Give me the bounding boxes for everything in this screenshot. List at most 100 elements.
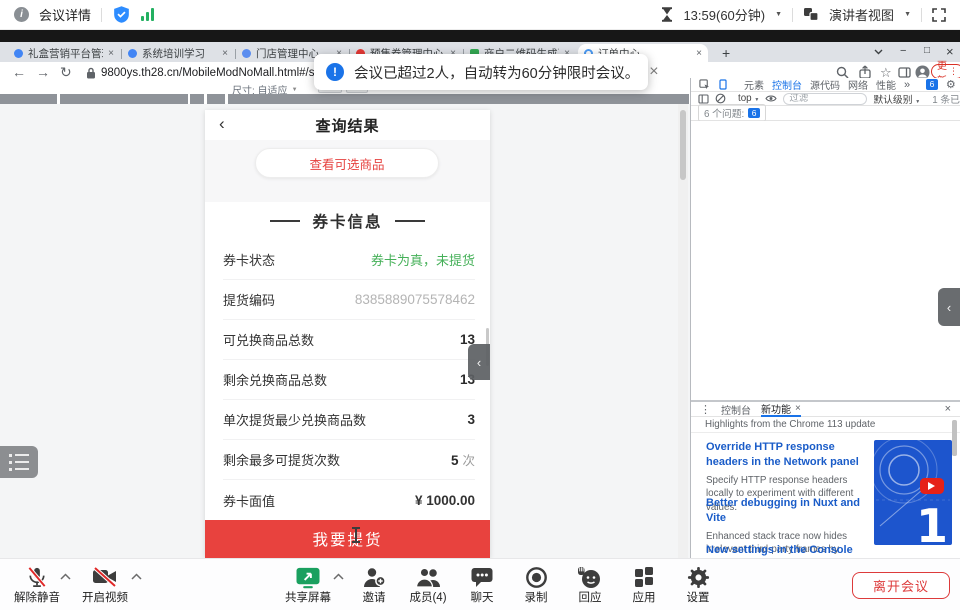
toast-message: 会议已超过2人，自动转为60分钟限时会议。: [354, 62, 639, 83]
participants-button[interactable]: 成员(4): [399, 563, 457, 607]
window-maximize-icon[interactable]: □: [924, 45, 930, 56]
browser-tab[interactable]: 礼盒营销平台管理中心 ×: [8, 45, 120, 62]
fullscreen-icon[interactable]: [932, 8, 946, 22]
annotation-list-toggle[interactable]: [0, 446, 38, 478]
info-row: 券卡面值 ¥ 1000.00: [223, 480, 475, 520]
inspect-element-icon[interactable]: [699, 79, 710, 90]
divider: [101, 8, 102, 22]
start-video-label: 开启视频: [82, 589, 128, 605]
devtools-tab-performance[interactable]: 性能: [876, 77, 896, 92]
console-messages-area[interactable]: [691, 121, 960, 400]
console-filter-input[interactable]: [783, 93, 867, 105]
tab-close-icon[interactable]: ×: [222, 48, 228, 59]
record-label: 录制: [525, 589, 548, 605]
tab-title: 礼盒营销平台管理中心: [28, 46, 103, 61]
page-band-segment: [0, 94, 57, 104]
devtools-tab-network[interactable]: 网络: [848, 77, 868, 92]
video-options-caret[interactable]: [131, 573, 142, 580]
whats-new-link[interactable]: Better debugging in Nuxt and Vite: [706, 496, 868, 526]
audio-options-caret[interactable]: [60, 573, 71, 580]
tab-title: 门店管理中心: [256, 46, 319, 61]
share-screen-button[interactable]: 共享屏幕: [279, 563, 337, 607]
apps-label: 应用: [633, 589, 656, 605]
record-button[interactable]: 录制: [507, 563, 565, 607]
timer-hourglass-icon: [661, 7, 673, 22]
side-collapse-handle[interactable]: ‹: [938, 288, 960, 326]
view-dropdown-icon[interactable]: ▼: [904, 11, 911, 18]
collapse-handle[interactable]: ‹: [468, 344, 490, 380]
view-products-button[interactable]: 查看可选商品: [255, 148, 439, 178]
row-label: 提货编码: [223, 290, 275, 309]
clear-console-icon[interactable]: [715, 93, 726, 104]
tab-close-icon[interactable]: ×: [696, 48, 702, 59]
leave-meeting-button[interactable]: 离开会议: [852, 572, 950, 599]
drawer-tab-console[interactable]: 控制台: [721, 402, 751, 417]
browser-tab[interactable]: 系统培训学习 ×: [122, 45, 234, 62]
devtools-scrollbar-thumb[interactable]: [952, 420, 957, 456]
device-toolbar-icon[interactable]: [718, 79, 728, 90]
browser-back-icon[interactable]: ←: [12, 64, 26, 80]
section-title-text: 券卡信息: [312, 210, 382, 232]
back-chevron-icon[interactable]: ‹: [219, 114, 225, 134]
tab-close-icon[interactable]: ×: [108, 48, 114, 59]
browser-reload-icon[interactable]: ↻: [60, 64, 72, 81]
chat-button[interactable]: 聊天: [453, 563, 511, 607]
reactions-button[interactable]: 回应: [561, 563, 619, 607]
console-sidebar-icon[interactable]: [698, 94, 709, 104]
device-size-caret-icon: ▼: [292, 87, 298, 93]
share-options-caret[interactable]: [333, 573, 344, 580]
issues-chip[interactable]: 6 个问题: 6: [698, 104, 766, 122]
tab-title: 系统培训学习: [142, 46, 205, 61]
side-panel-icon[interactable]: [898, 67, 911, 78]
whats-new-link[interactable]: Override HTTP response headers in the Ne…: [706, 440, 868, 470]
settings-button[interactable]: 设置: [669, 563, 727, 607]
drawer-tab-close-icon[interactable]: ×: [795, 403, 801, 414]
apps-button[interactable]: 应用: [615, 563, 673, 607]
view-layout-icon: [803, 7, 819, 22]
drawer-menu-kebab-icon[interactable]: ⋮: [700, 403, 711, 416]
eye-icon[interactable]: [765, 94, 777, 103]
page-band-segment: [60, 94, 188, 104]
context-selector[interactable]: top ▼: [738, 93, 759, 104]
drawer-close-icon[interactable]: ×: [945, 403, 951, 415]
viewport-scrollbar-thumb[interactable]: [680, 110, 686, 180]
zoom-meeting-window: i 会议详情 13:59(60分钟) ▼ 演讲者视图 ▼ 礼盒营销平台: [0, 0, 960, 610]
leave-meeting-label: 离开会议: [873, 576, 929, 595]
log-level-selector[interactable]: 默认级别 ▼: [873, 92, 920, 106]
timer-dropdown-icon[interactable]: ▼: [775, 11, 782, 18]
text-cursor: [352, 527, 360, 543]
whats-new-header: Highlights from the Chrome 113 update: [691, 417, 960, 433]
issues-count-badge[interactable]: 6: [926, 79, 938, 90]
shared-screen-top-edge: [0, 30, 960, 42]
share-screen-icon: [295, 566, 321, 589]
view-mode-label[interactable]: 演讲者视图: [829, 5, 894, 24]
tab-favicon: [242, 49, 251, 58]
devtools-tab-console[interactable]: 控制台: [772, 77, 802, 92]
window-minimize-icon[interactable]: −: [900, 45, 906, 57]
row-value-code: 8385889075578462: [355, 292, 475, 307]
devtools-tab-sources[interactable]: 源代码: [810, 77, 840, 92]
toast-close-icon[interactable]: ×: [649, 63, 658, 81]
invite-button[interactable]: 邀请: [345, 563, 403, 607]
devtools-tab-elements[interactable]: 元素: [744, 77, 764, 92]
meeting-info-icon[interactable]: i: [14, 7, 29, 22]
toast-info-icon: !: [326, 63, 344, 81]
devtools-settings-gear-icon[interactable]: ⚙: [946, 78, 956, 91]
drawer-tab-whats-new[interactable]: 新功能 ×: [761, 402, 801, 417]
tab-favicon: [14, 49, 23, 58]
window-close-icon[interactable]: ×: [946, 44, 954, 59]
update-browser-button[interactable]: 更新 ⋮: [931, 64, 960, 79]
whats-new-link[interactable]: New settings in the Console: [706, 543, 868, 558]
tab-search-icon[interactable]: [874, 49, 883, 55]
row-value-number: 5: [451, 453, 459, 468]
unmute-button[interactable]: 解除静音: [8, 563, 66, 607]
pickup-cta-label: 我要提货: [312, 528, 382, 550]
encryption-shield-icon[interactable]: [112, 5, 131, 24]
chevron-left-icon: ‹: [477, 355, 481, 370]
more-tabs-icon[interactable]: »: [904, 79, 910, 91]
start-video-button[interactable]: 开启视频: [76, 563, 134, 607]
browser-forward-icon[interactable]: →: [36, 64, 50, 80]
pickup-cta-button[interactable]: 我要提货: [205, 520, 490, 558]
new-tab-button[interactable]: +: [722, 45, 730, 61]
page-band-segment: [190, 94, 204, 104]
